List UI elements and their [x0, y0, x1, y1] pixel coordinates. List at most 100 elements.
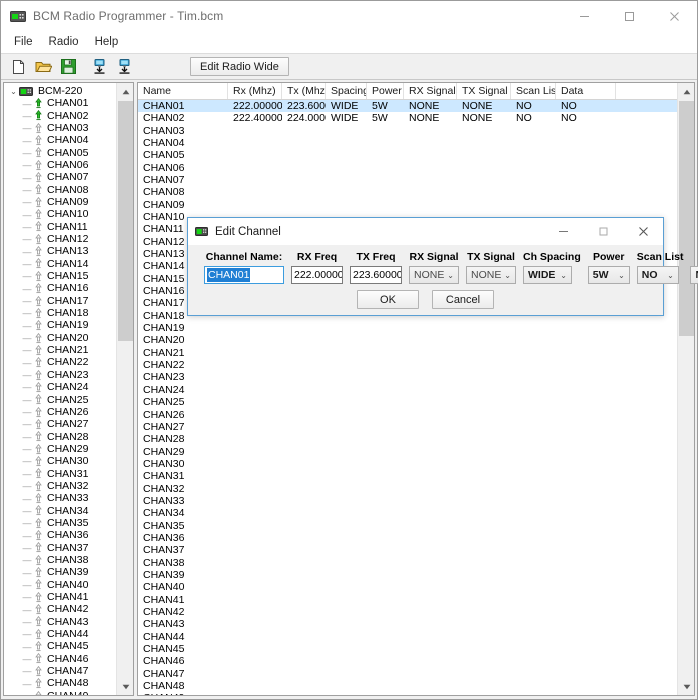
- table-row[interactable]: CHAN37: [138, 544, 677, 556]
- chevron-down-icon[interactable]: ⌄: [504, 271, 511, 280]
- table-row[interactable]: CHAN07: [138, 174, 677, 186]
- tree-item[interactable]: — CHAN48: [4, 678, 116, 690]
- tree-item[interactable]: — CHAN47: [4, 665, 116, 677]
- table-row[interactable]: CHAN08: [138, 186, 677, 198]
- minimize-button[interactable]: [562, 1, 607, 31]
- tree-item[interactable]: — CHAN21: [4, 344, 116, 356]
- new-file-button[interactable]: [7, 55, 30, 78]
- table-row[interactable]: CHAN28: [138, 433, 677, 445]
- table-row[interactable]: CHAN35: [138, 520, 677, 532]
- tree-item[interactable]: — CHAN31: [4, 468, 116, 480]
- write-to-radio-button[interactable]: [113, 55, 136, 78]
- tree-item[interactable]: — CHAN32: [4, 480, 116, 492]
- tree-item[interactable]: — CHAN24: [4, 381, 116, 393]
- table-row[interactable]: CHAN40: [138, 581, 677, 593]
- menu-help[interactable]: Help: [87, 33, 127, 51]
- tree-item[interactable]: — CHAN07: [4, 171, 116, 183]
- table-row[interactable]: CHAN43: [138, 618, 677, 630]
- tree-item[interactable]: — CHAN20: [4, 332, 116, 344]
- table-row[interactable]: CHAN26: [138, 409, 677, 421]
- column-header[interactable]: TX Signal: [457, 83, 511, 99]
- edit-radio-wide-button[interactable]: Edit Radio Wide: [190, 57, 289, 76]
- menu-file[interactable]: File: [6, 33, 41, 51]
- list-scrollbar[interactable]: [677, 83, 694, 695]
- table-row[interactable]: CHAN45: [138, 643, 677, 655]
- tree-item[interactable]: — CHAN49: [4, 690, 116, 695]
- table-row[interactable]: CHAN25: [138, 396, 677, 408]
- tree-item[interactable]: — CHAN29: [4, 443, 116, 455]
- ok-button[interactable]: OK: [357, 290, 419, 309]
- channel-name-input[interactable]: CHAN01: [204, 266, 284, 284]
- tree-item[interactable]: — CHAN10: [4, 208, 116, 220]
- scan-list-dropdown[interactable]: NO ⌄: [636, 266, 679, 284]
- tree-item[interactable]: — CHAN14: [4, 258, 116, 270]
- tree-item[interactable]: — CHAN46: [4, 653, 116, 665]
- tree-item[interactable]: — CHAN25: [4, 394, 116, 406]
- rx-freq-input[interactable]: 222.000000: [291, 266, 343, 284]
- tree-scroll-thumb[interactable]: [118, 101, 133, 341]
- table-row[interactable]: CHAN06: [138, 162, 677, 174]
- table-row[interactable]: CHAN38: [138, 557, 677, 569]
- tree-item[interactable]: — CHAN43: [4, 616, 116, 628]
- column-header[interactable]: Scan List: [511, 83, 556, 99]
- column-header[interactable]: Data: [556, 83, 616, 99]
- tree-item[interactable]: — CHAN42: [4, 603, 116, 615]
- table-row[interactable]: CHAN09: [138, 199, 677, 211]
- table-row[interactable]: CHAN22: [138, 359, 677, 371]
- list-scroll-thumb[interactable]: [679, 101, 694, 336]
- table-row[interactable]: CHAN31: [138, 470, 677, 482]
- tree-item[interactable]: — CHAN08: [4, 184, 116, 196]
- table-row[interactable]: CHAN01 222.000000 223.600000 WIDE 5W NONE NONE…: [138, 100, 677, 113]
- chevron-down-icon[interactable]: ⌄: [447, 271, 454, 280]
- tree-item[interactable]: — CHAN23: [4, 369, 116, 381]
- tx-freq-input[interactable]: 223.600000: [350, 266, 402, 284]
- table-row[interactable]: CHAN47: [138, 668, 677, 680]
- table-row[interactable]: CHAN30: [138, 458, 677, 470]
- tree-item[interactable]: — CHAN44: [4, 628, 116, 640]
- chevron-down-icon[interactable]: ⌄: [618, 271, 625, 280]
- tree-item[interactable]: — CHAN04: [4, 134, 116, 146]
- table-row[interactable]: CHAN24: [138, 384, 677, 396]
- ch-spacing-dropdown[interactable]: WIDE ⌄: [523, 266, 572, 284]
- tree-item[interactable]: — CHAN02: [4, 110, 116, 122]
- data-dropdown[interactable]: NO⌄: [690, 266, 698, 284]
- tree-item[interactable]: — CHAN11: [4, 221, 116, 233]
- table-row[interactable]: CHAN05: [138, 149, 677, 161]
- tree-item[interactable]: — CHAN41: [4, 591, 116, 603]
- open-file-button[interactable]: [32, 55, 55, 78]
- tree-item[interactable]: — CHAN15: [4, 270, 116, 282]
- maximize-button[interactable]: [607, 1, 652, 31]
- tree-item[interactable]: — CHAN39: [4, 566, 116, 578]
- table-row[interactable]: CHAN48: [138, 680, 677, 692]
- tree-scrollbar[interactable]: [116, 83, 133, 695]
- tree-item[interactable]: — CHAN35: [4, 517, 116, 529]
- tree-item[interactable]: — CHAN05: [4, 147, 116, 159]
- table-row[interactable]: CHAN21: [138, 347, 677, 359]
- cancel-button[interactable]: Cancel: [432, 290, 494, 309]
- tree-item[interactable]: — CHAN45: [4, 640, 116, 652]
- tree-item[interactable]: — CHAN19: [4, 320, 116, 332]
- table-row[interactable]: CHAN23: [138, 372, 677, 384]
- table-row[interactable]: CHAN36: [138, 532, 677, 544]
- table-row[interactable]: CHAN02 222.400000 224.000000 WIDE 5W NONE NONE…: [138, 112, 677, 124]
- tree-item[interactable]: — CHAN38: [4, 554, 116, 566]
- tree-item[interactable]: — CHAN34: [4, 505, 116, 517]
- tree-item[interactable]: — CHAN17: [4, 295, 116, 307]
- table-row[interactable]: CHAN32: [138, 483, 677, 495]
- table-row[interactable]: CHAN03: [138, 125, 677, 137]
- list-scroll-down-button[interactable]: [678, 678, 694, 695]
- column-header[interactable]: Spacing: [326, 83, 367, 99]
- close-button[interactable]: [652, 1, 697, 31]
- chevron-down-icon[interactable]: ⌄: [560, 271, 567, 280]
- chevron-down-icon[interactable]: ⌄: [8, 87, 19, 96]
- tree-item[interactable]: — CHAN22: [4, 357, 116, 369]
- table-row[interactable]: CHAN39: [138, 569, 677, 581]
- menu-radio[interactable]: Radio: [41, 33, 87, 51]
- tree-item[interactable]: — CHAN30: [4, 455, 116, 467]
- chevron-down-icon[interactable]: ⌄: [667, 271, 674, 280]
- table-row[interactable]: CHAN20: [138, 335, 677, 347]
- column-header[interactable]: Name: [138, 83, 228, 99]
- dialog-close-button[interactable]: [623, 218, 663, 245]
- table-row[interactable]: CHAN41: [138, 594, 677, 606]
- read-from-radio-button[interactable]: [88, 55, 111, 78]
